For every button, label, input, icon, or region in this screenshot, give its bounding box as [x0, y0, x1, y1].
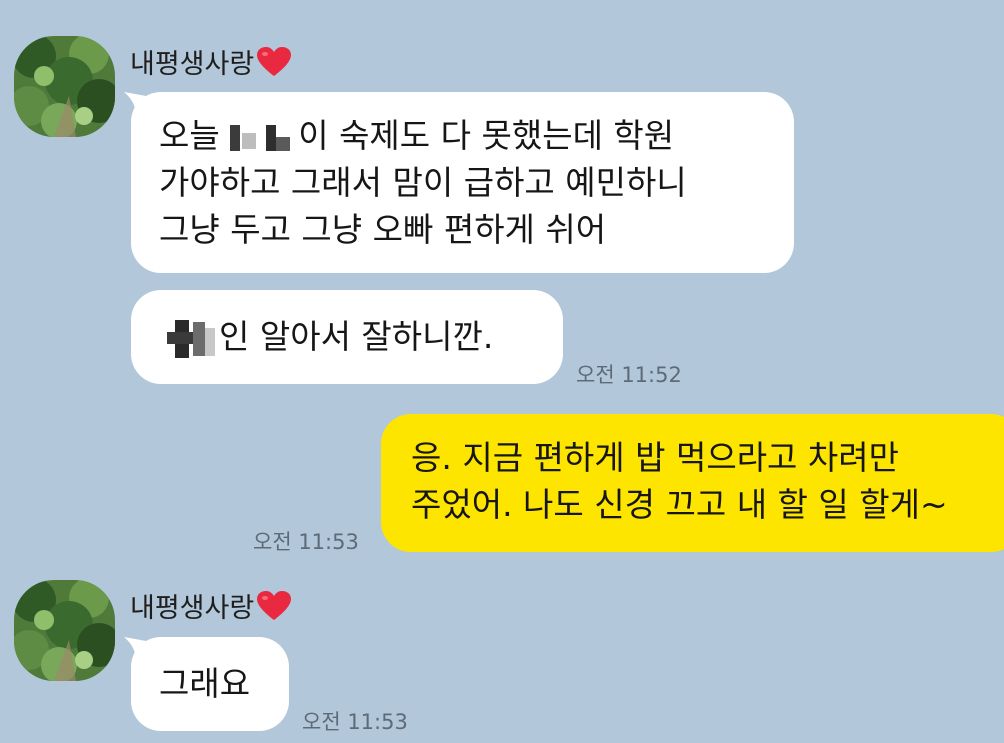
message-line-1: 응. 지금 편하게 밥 먹으라고 차려만 [411, 438, 899, 477]
sender-avatar[interactable] [14, 580, 115, 681]
message-bubble-incoming[interactable]: 인 알아서 잘하니깐. [131, 290, 563, 384]
message-text: 이 숙제도 다 못했는데 학원 [298, 116, 675, 155]
message-text: 인 알아서 잘하니깐. [219, 317, 494, 356]
message-line-2: 가야하고 그래서 맘이 급하고 예민하니 [159, 163, 687, 202]
redacted-name-blur [167, 318, 217, 360]
sender-name-text: 내평생사랑 [130, 593, 255, 624]
message-bubble-outgoing[interactable]: 응. 지금 편하게 밥 먹으라고 차려만 주었어. 나도 신경 끄고 내 할 일… [381, 414, 1004, 552]
sender-name: 내평생사랑 [130, 586, 292, 625]
message-timestamp: 오전 11:53 [253, 530, 359, 554]
avatar-forest-image [14, 36, 115, 137]
message-timestamp: 오전 11:52 [576, 363, 682, 387]
sender-name-text: 내평생사랑 [130, 49, 255, 80]
sender-name: 내평생사랑 [130, 42, 292, 81]
heart-icon [256, 46, 292, 78]
heart-icon [256, 590, 292, 622]
message-timestamp: 오전 11:53 [302, 710, 408, 734]
message-text: 오늘 [159, 116, 231, 155]
message-bubble-incoming[interactable]: 오늘 이 숙제도 다 못했는데 학원 가야하고 그래서 맘이 급하고 예민하니 … [131, 92, 794, 273]
sender-avatar[interactable] [14, 36, 115, 137]
message-line-3: 그냥 두고 그냥 오빠 편하게 쉬어 [159, 210, 607, 249]
message-text: 그래요 [159, 664, 251, 703]
message-bubble-incoming[interactable]: 그래요 [131, 637, 289, 731]
redacted-name-blur [222, 121, 294, 155]
avatar-forest-image [14, 580, 115, 681]
message-line-1: 오늘 이 숙제도 다 못했는데 학원 [159, 112, 766, 159]
message-line-2: 주었어. 나도 신경 끄고 내 할 일 할게~ [411, 485, 948, 524]
